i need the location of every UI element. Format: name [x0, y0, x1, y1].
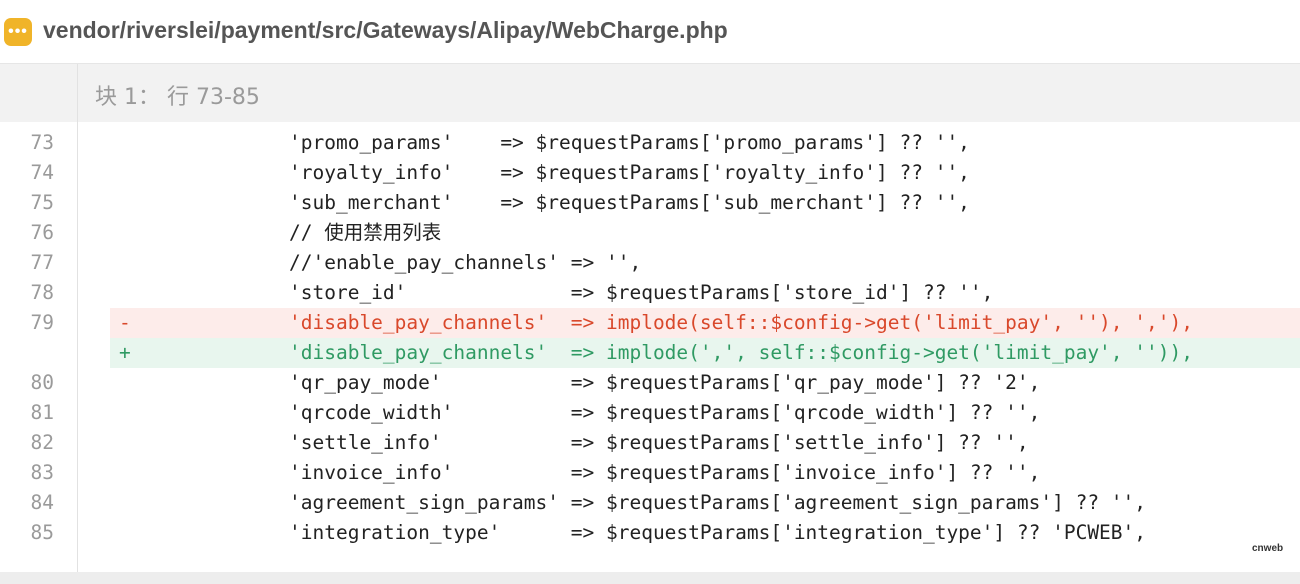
diff-line[interactable]: 75 'sub_merchant' => $requestParams['sub_… — [0, 188, 1300, 218]
diff-line[interactable]: 80 'qr_pay_mode' => $requestParams['qr_pa… — [0, 368, 1300, 398]
line-number: 79 — [30, 311, 54, 334]
ellipsis-icon[interactable]: ••• — [4, 18, 32, 46]
line-number: 81 — [30, 401, 54, 424]
diff-code-area: 73 'promo_params' => $requestParams['prom… — [0, 128, 1300, 548]
footer-band — [0, 572, 1300, 584]
code-text: 'royalty_info' => $requestParams['royalt… — [289, 161, 970, 184]
file-path[interactable]: vendor/riverslei/payment/src/Gateways/Al… — [43, 17, 728, 44]
code-text: 'agreement_sign_params' => $requestParam… — [289, 491, 1147, 514]
hunk-label: 块 1： 行 73-85 — [95, 85, 260, 110]
code-text: 'sub_merchant' => $requestParams['sub_me… — [289, 191, 970, 214]
diff-line[interactable]: 83 'invoice_info' => $requestParams['invo… — [0, 458, 1300, 488]
code-text: // 使用禁用列表 — [289, 221, 442, 244]
line-number: 78 — [30, 281, 54, 304]
diff-line-deleted[interactable]: 79 - 'disable_pay_channels' => implode(sel… — [0, 308, 1300, 338]
line-number: 74 — [30, 161, 54, 184]
diff-line[interactable]: 74 'royalty_info' => $requestParams['roya… — [0, 158, 1300, 188]
line-number: 84 — [30, 491, 54, 514]
code-text: 'integration_type' => $requestParams['in… — [289, 521, 1147, 544]
diff-line[interactable]: 84 'agreement_sign_params' => $requestPar… — [0, 488, 1300, 518]
line-number: 82 — [30, 431, 54, 454]
code-text: 'qrcode_width' => $requestParams['qrcode… — [289, 401, 1041, 424]
line-number: 75 — [30, 191, 54, 214]
line-number: 80 — [30, 371, 54, 394]
diff-line[interactable]: 78 'store_id' => $requestParams['store_id… — [0, 278, 1300, 308]
code-text: 'disable_pay_channels' => implode(self::… — [289, 311, 1193, 334]
diff-line[interactable]: 76 // 使用禁用列表 — [0, 218, 1300, 248]
file-header: ••• vendor/riverslei/payment/src/Gateway… — [0, 0, 1300, 64]
diff-line[interactable]: 77 //'enable_pay_channels' => '', — [0, 248, 1300, 278]
diff-line[interactable]: 73 'promo_params' => $requestParams['prom… — [0, 128, 1300, 158]
diff-line[interactable]: 81 'qrcode_width' => $requestParams['qrco… — [0, 398, 1300, 428]
diff-line[interactable]: 82 'settle_info' => $requestParams['settl… — [0, 428, 1300, 458]
plus-marker: + — [119, 341, 131, 364]
code-text: 'disable_pay_channels' => implode(',', s… — [289, 341, 1193, 364]
line-number: 76 — [30, 221, 54, 244]
code-text: 'settle_info' => $requestParams['settle_… — [289, 431, 1029, 454]
code-text: 'promo_params' => $requestParams['promo_… — [289, 131, 970, 154]
line-number: 83 — [30, 461, 54, 484]
watermark: cnweb — [1252, 543, 1284, 554]
line-number: 73 — [30, 131, 54, 154]
minus-marker: - — [119, 311, 131, 334]
line-number: 85 — [30, 521, 54, 544]
line-number: 77 — [30, 251, 54, 274]
code-text: //'enable_pay_channels' => '', — [289, 251, 642, 274]
code-text: 'qr_pay_mode' => $requestParams['qr_pay_… — [289, 371, 1041, 394]
diff-line-added[interactable]: + 'disable_pay_channels' => implode(',', … — [0, 338, 1300, 368]
code-text: 'store_id' => $requestParams['store_id']… — [289, 281, 994, 304]
hunk-gutter — [0, 64, 77, 122]
diff-line[interactable]: 85 'integration_type' => $requestParams['… — [0, 518, 1300, 548]
code-text: 'invoice_info' => $requestParams['invoic… — [289, 461, 1041, 484]
